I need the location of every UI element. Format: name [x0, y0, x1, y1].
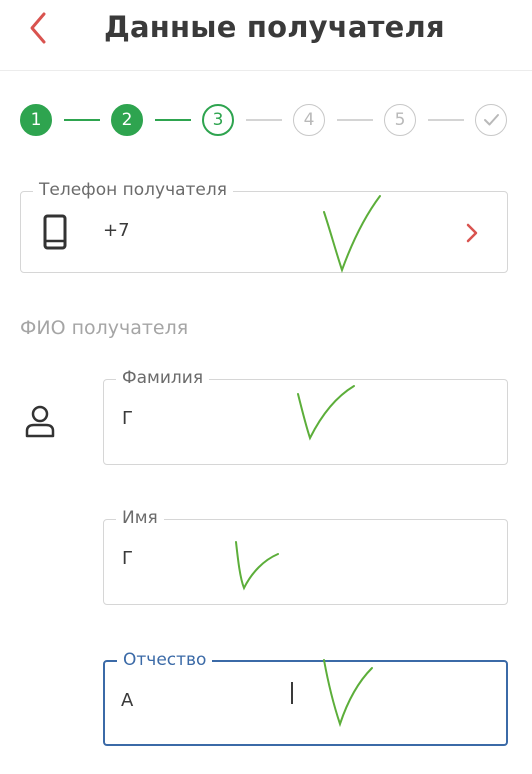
phone-value: +7	[103, 220, 130, 241]
name-value: Г	[122, 548, 133, 569]
step-4: 4	[293, 104, 325, 136]
page-title: Данные получателя	[104, 10, 445, 44]
person-icon	[25, 405, 55, 438]
surname-field-label: Фамилия	[116, 368, 210, 388]
name-field-label: Имя	[116, 508, 164, 528]
surname-field[interactable]: Фамилия Г	[103, 368, 508, 465]
step-connector	[64, 119, 100, 121]
name-field[interactable]: Имя Г	[103, 508, 508, 605]
smartphone-icon	[43, 214, 67, 250]
step-final	[475, 104, 507, 136]
back-button[interactable]	[22, 8, 58, 48]
step-5: 5	[384, 104, 416, 136]
fio-section-title: ФИО получателя	[20, 317, 189, 339]
progress-stepper: 1 2 3 4 5	[0, 104, 532, 144]
app-header: Данные получателя	[0, 0, 532, 71]
step-2: 2	[111, 104, 143, 136]
surname-value: Г	[122, 408, 133, 429]
patronymic-field[interactable]: Отчество А	[103, 650, 508, 746]
step-connector	[246, 119, 282, 121]
step-3: 3	[202, 104, 234, 136]
chevron-right-icon[interactable]	[465, 222, 479, 244]
checkmark-icon	[483, 114, 499, 126]
chevron-left-icon	[30, 12, 46, 44]
step-connector	[428, 119, 464, 121]
step-connector	[155, 119, 191, 121]
step-1: 1	[20, 104, 52, 136]
patronymic-field-label: Отчество	[117, 650, 213, 670]
recipient-phone-field[interactable]: Телефон получателя +7	[20, 180, 508, 273]
step-connector	[337, 119, 373, 121]
phone-field-label: Телефон получателя	[33, 180, 233, 200]
text-cursor	[291, 682, 293, 704]
patronymic-value: А	[121, 690, 134, 711]
